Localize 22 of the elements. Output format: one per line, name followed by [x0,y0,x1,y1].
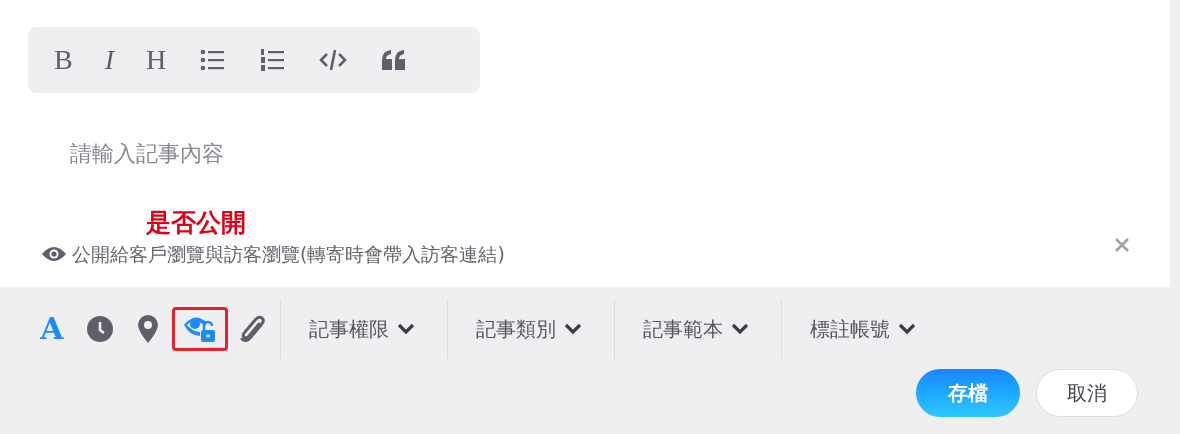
paperclip-icon[interactable] [239,313,265,344]
annotation-label: 是否公開 [146,208,246,237]
clock-icon[interactable] [87,315,113,342]
chevron-down-icon [397,322,415,335]
format-button[interactable]: I [104,46,114,74]
visibility-note: 公開給客戶瀏覽與訪客瀏覽(轉寄時會帶入訪客連結) [72,242,505,267]
close-icon[interactable] [1114,237,1130,254]
dropdown-button[interactable]: 記事類別 [448,313,610,344]
location-pin-icon[interactable] [138,314,158,343]
dropdown-button[interactable]: 記事範本 [615,313,777,344]
chevron-down-icon [731,322,749,335]
content-field[interactable]: 請輸入記事內容 [70,141,224,166]
format-button[interactable]: B [54,46,73,74]
chevron-down-icon [564,322,582,335]
chevron-down-icon [898,322,916,335]
font-color-button[interactable]: A [40,313,64,344]
eye-icon [42,246,66,263]
dropdown-button[interactable]: 標註帳號 [782,313,944,344]
numbered-list-icon[interactable] [258,46,287,74]
cancel-button[interactable]: 取消 [1036,368,1138,417]
format-button[interactable]: H [146,46,167,74]
dropdown-button[interactable]: 記事權限 [281,313,443,344]
